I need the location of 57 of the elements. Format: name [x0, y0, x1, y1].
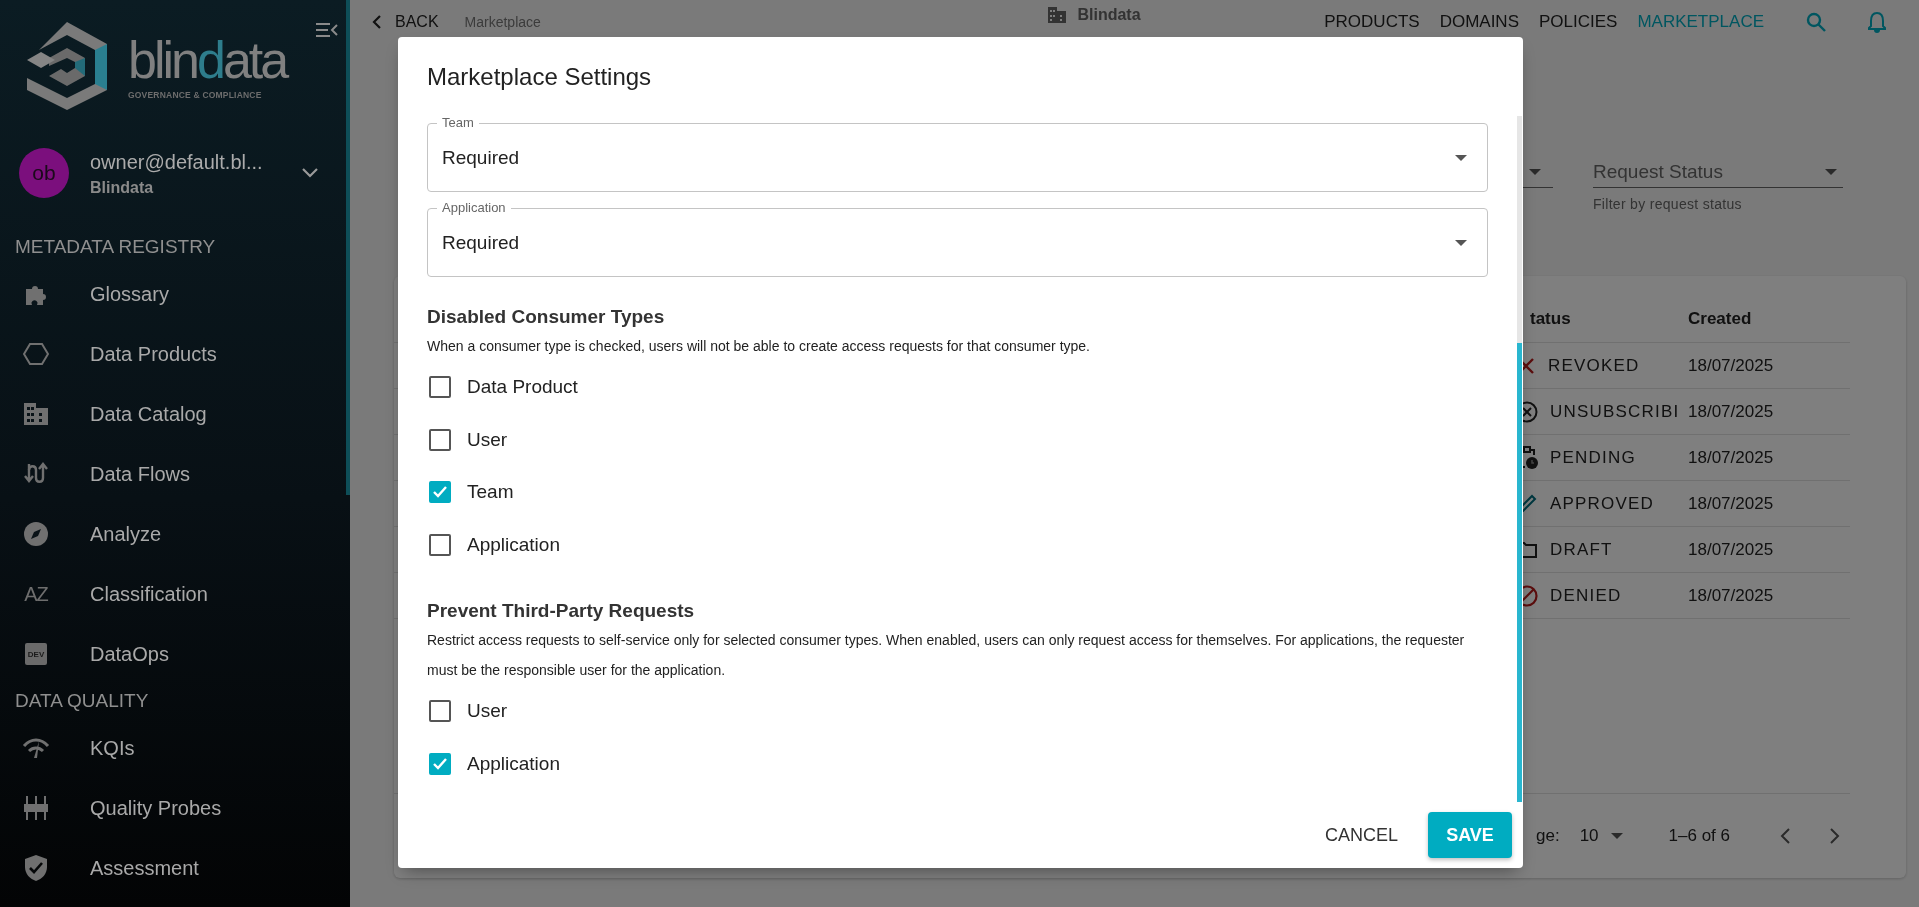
nav-link[interactable]: POLICIES [1539, 12, 1618, 32]
helper-text: Filter by request status [1593, 196, 1743, 212]
section-title: METADATA REGISTRY [14, 235, 217, 259]
status-label: REVOKED [1548, 355, 1640, 376]
logo-tagline: GOVERNANCE & COMPLIANCE [128, 90, 263, 100]
sidebar-item[interactable]: Data Catalog [0, 384, 350, 444]
status-label: DENIED [1550, 585, 1622, 606]
pagination-range: 1–6 of 6 [1668, 826, 1730, 846]
table-cell-text: 18/07/2025 [1688, 447, 1775, 468]
sidebar-item[interactable]: Data Flows [0, 444, 350, 504]
section-heading: Prevent Third-Party Requests [427, 599, 696, 623]
sidebar-item[interactable]: Quality Probes [0, 778, 350, 838]
sidebar-item[interactable]: AZ Classification [0, 564, 350, 624]
status-label: PENDING [1550, 447, 1636, 468]
rows-per-page-select[interactable]: 10 [1579, 826, 1629, 846]
field-label: Team [441, 114, 475, 132]
sidebar-item[interactable]: DEV DataOps [0, 624, 350, 684]
table-cell-text: 18/07/2025 [1688, 401, 1775, 422]
dialog-title: Marketplace Settings [426, 62, 653, 91]
user-email: owner@default.bl... [90, 150, 264, 175]
back-link[interactable]: BACK [372, 13, 439, 31]
checkbox-label: Application [467, 533, 560, 556]
checkbox-label: Application [467, 752, 560, 775]
column-header: tatus [1529, 309, 1572, 329]
section-description: Restrict access requests to self-service only for selected consumer types. When enabled, users can only request access for themselves. For applications, the requester must be the responsible user for the application. [427, 631, 1466, 680]
status-label: APPROVED [1550, 493, 1655, 514]
user-org: Blindata [90, 179, 155, 197]
column-header: Created [1688, 309, 1753, 329]
cancel-button[interactable]: CANCEL [1310, 812, 1412, 858]
checkbox-label: Data Product [467, 376, 578, 399]
sidebar-item[interactable]: Analyze [0, 504, 350, 564]
checkbox-label: User [467, 700, 508, 723]
section-title: DATA QUALITY [14, 689, 150, 713]
app-title: Blindata [1077, 6, 1141, 24]
section-description: When a consumer type is checked, users will not be able to create access requests for that consumer type. [427, 337, 1091, 356]
field-label: Application [441, 199, 507, 217]
sidebar-item[interactable]: Glossary [0, 264, 350, 324]
sidebar-item[interactable]: Assessment [0, 838, 350, 898]
sidebar-item[interactable]: Data Products [0, 324, 350, 384]
table-cell-text: 18/07/2025 [1688, 355, 1775, 376]
nav-link[interactable]: DOMAINS [1439, 12, 1519, 32]
logo-wordmark: blindata [128, 34, 287, 86]
checkbox-label: User [467, 428, 508, 451]
table-cell-text: 18/07/2025 [1688, 493, 1775, 514]
table-cell-text: 18/07/2025 [1688, 539, 1775, 560]
avatar: ob [19, 148, 69, 198]
dev-badge-icon: DEV [25, 643, 47, 665]
status-label: UNSUBSCRIBI [1550, 401, 1680, 422]
checkbox-label: Team [467, 481, 514, 504]
rows-per-page-label: ge: [1536, 826, 1560, 846]
status-label: DRAFT [1550, 539, 1613, 560]
sidebar-item[interactable]: KQIs [0, 718, 350, 778]
nav-link[interactable]: PRODUCTS [1324, 12, 1420, 32]
table-cell-text: 18/07/2025 [1688, 585, 1775, 606]
sort-az-icon: AZ [24, 582, 48, 606]
section-heading: Disabled Consumer Types [427, 305, 666, 329]
breadcrumb: Marketplace [464, 14, 541, 30]
